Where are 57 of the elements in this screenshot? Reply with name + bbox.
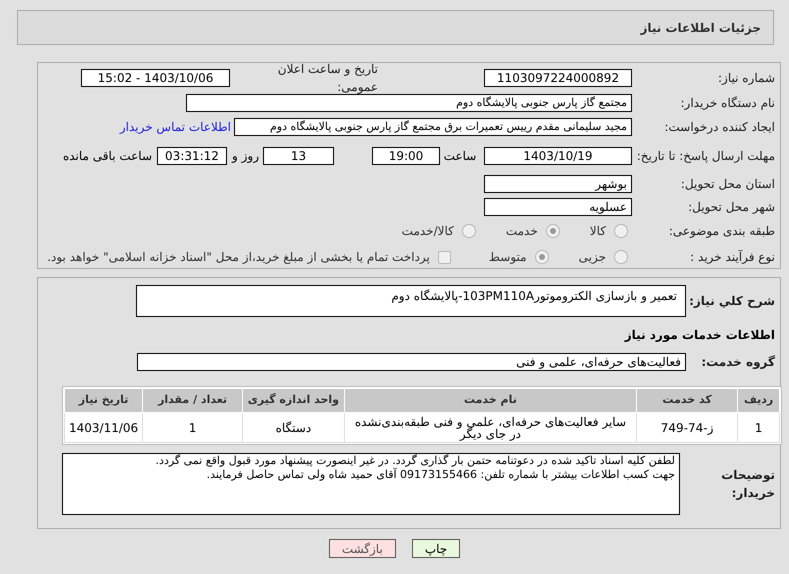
radio-label: خدمت (506, 223, 538, 240)
field-label: استان محل تحویل: (680, 176, 775, 193)
payment-note: پرداخت تمام یا بخشی از مبلغ خرید،از محل "اسناد خزانه اسلامی" خواهد بود. (47, 249, 430, 266)
field-label: گروه خدمت: (700, 354, 775, 371)
radio-button[interactable] (614, 224, 628, 238)
radio-label: جزیی (578, 249, 606, 266)
radio-label: متوسط (488, 249, 527, 266)
input-field[interactable]: 1403/10/06 - 15:02 (81, 69, 230, 87)
back-button[interactable]: بازگشت (328, 539, 396, 558)
radio-button[interactable] (462, 224, 476, 238)
time-label: ساعت (442, 148, 478, 165)
field-label: تاریخ و ساعت اعلان عمومی: (276, 61, 378, 96)
field-label: مهلت ارسال پاسخ: تا تاریخ: (636, 148, 775, 163)
input-field[interactable]: 1403/10/19 (484, 146, 632, 165)
input-field[interactable]: 19:00 (372, 146, 440, 165)
radio-button[interactable] (614, 250, 628, 264)
notes-box[interactable]: لطفن کلیه اسناد تاکید شده در دعوتنامه حتمن بار گذاری گردد. در غیر اینصورت پیشنهاد مورد قبول واقع نمی گردد. جهت کسب اطلاعات بیشتر با شماره تلفن: 09173155466 آقای حمید شاه ولی تماس حاصل فرمایند. (62, 453, 680, 515)
field-label: طبقه بندی موضوعی: (668, 223, 775, 240)
input-field[interactable]: فعالیت‌های حرفه‌ای، علمی و فنی (137, 353, 686, 371)
field-label: ایجاد کننده درخواست: (663, 118, 775, 136)
column-header: کد خدمت (636, 388, 738, 412)
column-header: ردیف (738, 388, 780, 412)
column-header: نام خدمت (344, 388, 636, 412)
field-label: نام دستگاه خریدار: (680, 94, 775, 112)
field-label: شماره نیاز: (717, 70, 775, 87)
field-label: نوع فرآیند خرید : (689, 249, 775, 266)
remaining-label: ساعت باقی مانده (62, 148, 152, 165)
print-button[interactable]: چاپ (412, 539, 460, 558)
section-heading: اطلاعات خدمات مورد نیاز (624, 327, 775, 342)
field-label: شهر محل تحویل: (687, 198, 775, 216)
checkbox[interactable] (438, 250, 451, 264)
field-label: شرح کلي نياز: (688, 293, 775, 310)
table-cell: ز-74-749 (636, 412, 738, 442)
field-label: توضیحات خریدار: (720, 467, 775, 502)
table-cell: 1403/11/06 (64, 412, 143, 442)
input-field[interactable]: مجید سلیمانی مقدم رییس تعمیرات برق مجتمع گاز پارس جنوبی پالایشگاه دوم (234, 118, 632, 136)
radio-label: کالا/خدمت (402, 223, 454, 240)
page-title: جزئیات اطلاعات نیاز (640, 20, 761, 36)
buyer-contact-link[interactable]: اطلاعات تماس خریدار (120, 118, 231, 136)
table-cell: 1 (738, 412, 780, 442)
input-field[interactable]: 13 (263, 146, 334, 165)
table-cell: دستگاه (242, 412, 344, 442)
column-header: تعداد / مقدار (142, 388, 242, 412)
days-label: روز و (232, 148, 259, 165)
radio-label: کالا (590, 223, 606, 240)
input-field[interactable]: بوشهر (484, 174, 632, 193)
input-field[interactable]: مجتمع گاز پارس جنوبی پالایشگاه دوم (186, 94, 632, 112)
radio-button[interactable] (546, 224, 560, 238)
column-header: واحد اندازه گیری (242, 388, 344, 412)
description-box[interactable]: تعمیر و بازسازی الکتروموتور103PM110A-پالایشگاه دوم (136, 285, 686, 317)
table-cell: 1 (142, 412, 242, 442)
radio-button[interactable] (534, 250, 549, 264)
column-header: تاریخ نیاز (64, 388, 143, 412)
input-field[interactable]: 03:31:12 (157, 146, 227, 165)
input-field[interactable]: 1103097224000892 (484, 69, 632, 87)
input-field[interactable]: عسلویه (484, 198, 632, 216)
table-cell: سایر فعالیت‌های حرفه‌ای، علمی و فنی طبقه‌بندی‌نشده در جای دیگر (344, 412, 636, 442)
